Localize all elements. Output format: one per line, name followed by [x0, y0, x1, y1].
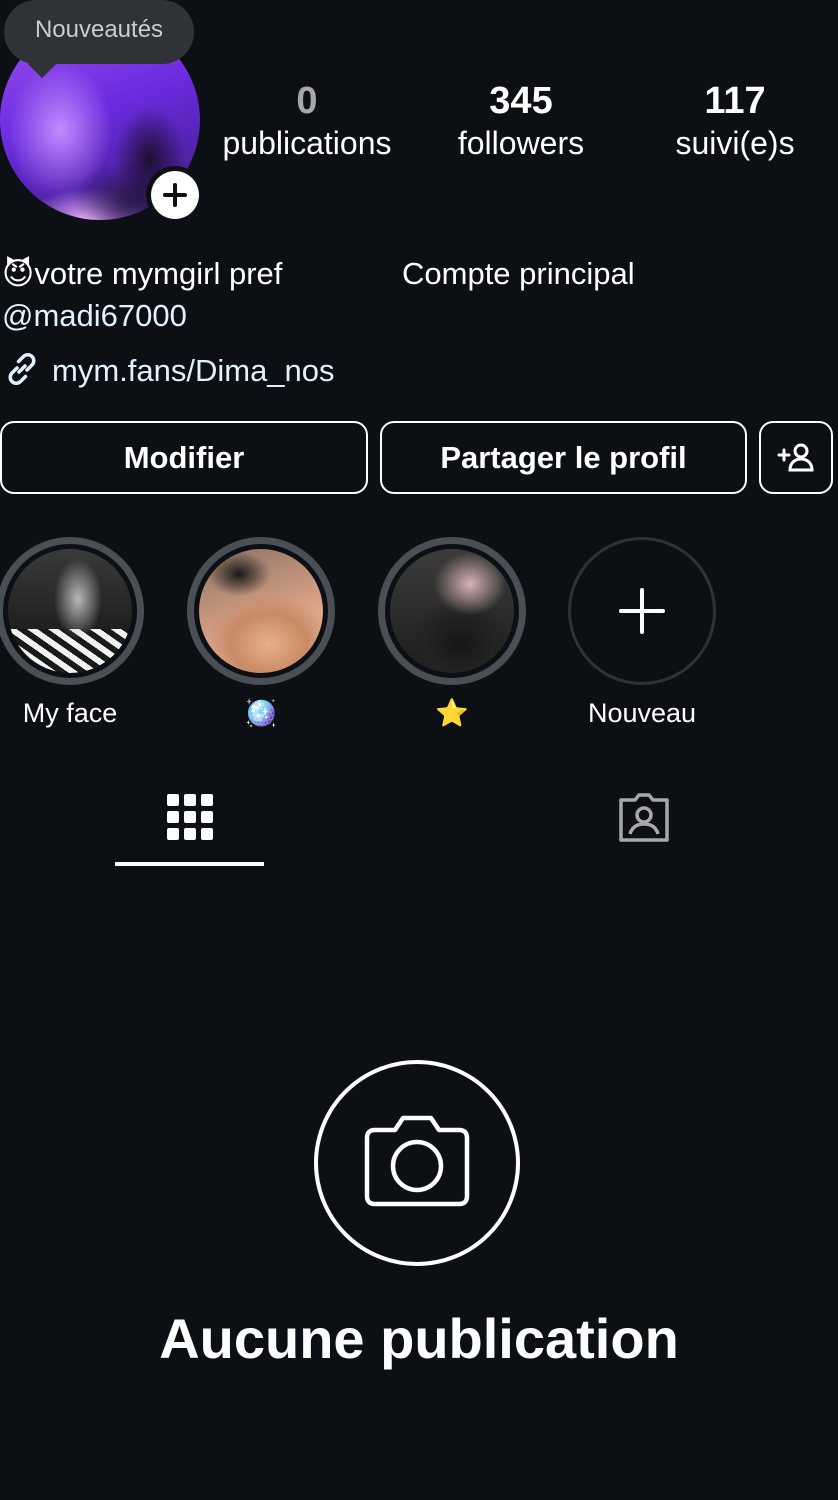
stat-label: publications [222, 125, 392, 161]
highlight-thumbnail [390, 549, 514, 673]
grid-icon [167, 794, 213, 840]
highlight-new[interactable]: Nouveau [568, 537, 716, 729]
tagged-person-icon [619, 793, 669, 842]
highlight-disco[interactable]: 🪩 [187, 537, 335, 729]
discover-people-button[interactable] [759, 421, 833, 494]
add-person-icon [777, 443, 814, 471]
edit-profile-button[interactable]: Modifier [0, 421, 368, 494]
stat-value: 345 [489, 80, 553, 122]
plus-icon [163, 183, 187, 207]
profile-name: votre mymgirl pref [34, 256, 283, 291]
stat-label: suivi(e)s [675, 125, 795, 161]
stat-label: followers [457, 125, 585, 161]
tab-tagged[interactable] [617, 790, 671, 849]
active-tab-indicator [115, 862, 264, 866]
plus-icon [619, 588, 665, 634]
highlight-star[interactable]: ⭐ [378, 537, 526, 729]
stat-value: 0 [296, 80, 318, 122]
devil-emoji: 😈 [2, 256, 35, 291]
news-tooltip[interactable]: Nouveautés [4, 0, 194, 64]
highlight-my-face[interactable]: My face [0, 537, 144, 729]
highlight-label: ⭐ [435, 698, 469, 728]
profile-page: Nouveautés 0 publications 345 followers … [0, 0, 838, 1500]
website-text: mym.fans/Dima_nos [52, 353, 335, 388]
add-story-button[interactable] [146, 166, 204, 224]
highlight-label: Nouveau [587, 698, 697, 728]
account-type[interactable]: Compte principal [402, 254, 635, 294]
camera-icon [364, 1115, 470, 1207]
highlight-label: 🪩 [244, 698, 278, 728]
link-icon [8, 353, 36, 385]
mention-link[interactable]: @madi67000 [2, 296, 187, 336]
bio-name-line: 😈votre mymgirl pref [2, 254, 282, 294]
highlight-thumbnail [8, 549, 132, 673]
share-profile-button[interactable]: Partager le profil [380, 421, 747, 494]
camera-circle [314, 1060, 520, 1266]
highlight-label: My face [22, 698, 118, 728]
tab-posts-grid[interactable] [165, 790, 215, 845]
stat-followers[interactable]: 345 followers [421, 80, 621, 164]
highlight-thumbnail [199, 549, 323, 673]
stat-value: 117 [704, 80, 766, 122]
stat-following[interactable]: 117 suivi(e)s [635, 80, 835, 164]
empty-state-title: Aucune publication [159, 1307, 679, 1370]
website-link[interactable]: mym.fans/Dima_nos [2, 349, 335, 391]
stat-publications[interactable]: 0 publications [207, 80, 407, 164]
